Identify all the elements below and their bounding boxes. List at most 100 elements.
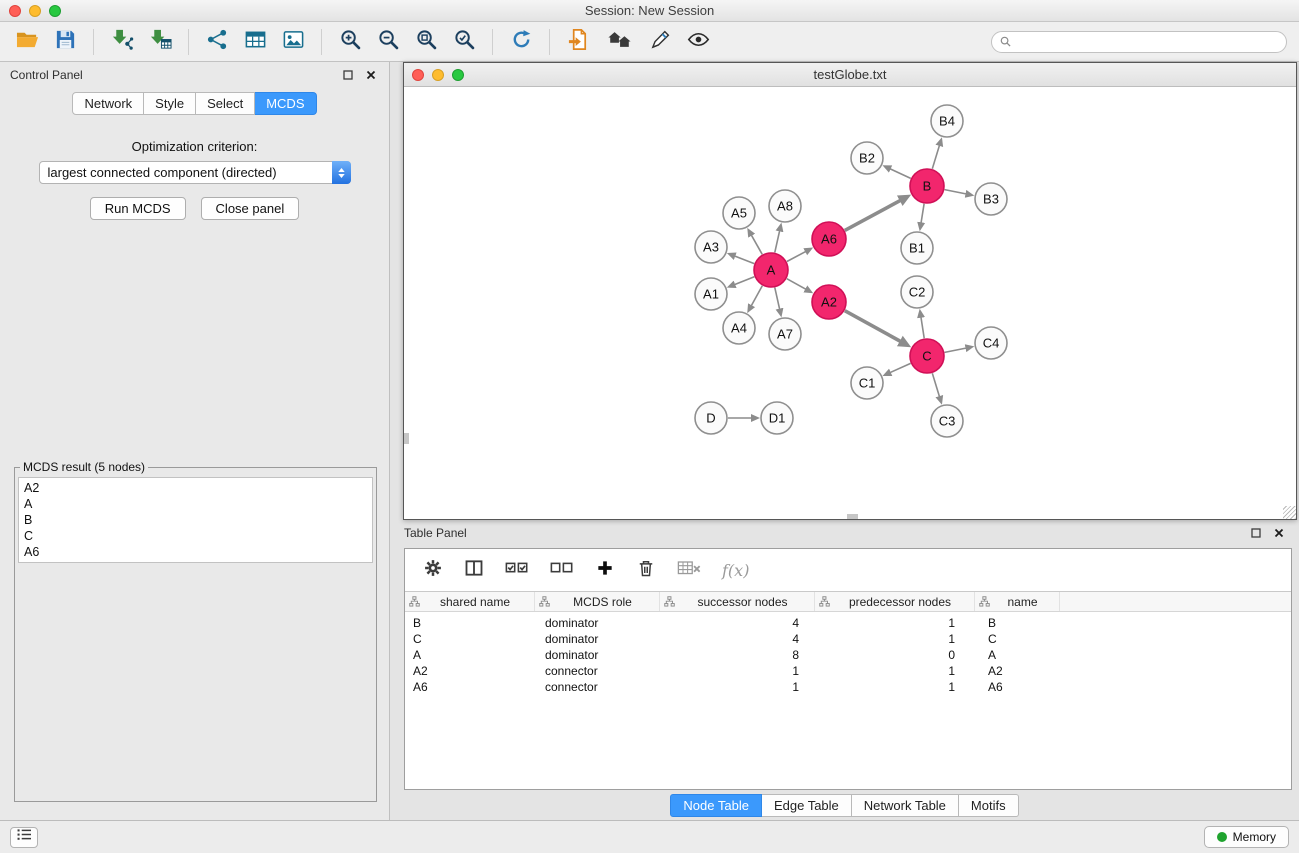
zoom-traffic-light[interactable]	[49, 5, 61, 17]
graph-node-C3[interactable]: C3	[931, 405, 963, 437]
column-header-MCDS-role[interactable]: MCDS role	[535, 592, 660, 611]
graph-edge-C-C3[interactable]	[932, 373, 939, 397]
tab-edge-table[interactable]: Edge Table	[762, 794, 852, 817]
graph-edge-C-C4[interactable]	[945, 348, 967, 352]
show-columns-button[interactable]	[464, 558, 484, 583]
table-row[interactable]: A2connector11A2	[405, 663, 1291, 679]
graph-edge-C-C2[interactable]	[921, 317, 924, 339]
control-panel-float-button[interactable]	[340, 67, 356, 83]
eye-button[interactable]	[679, 26, 717, 58]
graph-edge-C-C1[interactable]	[890, 363, 911, 372]
search-input[interactable]	[1016, 35, 1278, 49]
graph-edge-A-A7[interactable]	[775, 288, 780, 310]
graph-node-A[interactable]: A	[754, 253, 788, 287]
zoom-selected-button[interactable]	[445, 26, 483, 58]
select-all-button[interactable]	[505, 558, 529, 583]
graph-node-B[interactable]: B	[910, 169, 944, 203]
table-panel-close-button[interactable]	[1271, 525, 1287, 541]
tab-select[interactable]: Select	[196, 92, 255, 115]
save-session-button[interactable]	[46, 26, 84, 58]
table-panel-float-button[interactable]	[1248, 525, 1264, 541]
table-row[interactable]: A6connector11A6	[405, 679, 1291, 695]
graph-edge-B-B4[interactable]	[932, 145, 939, 169]
graph-edge-A-A6[interactable]	[787, 251, 806, 261]
graph-node-B1[interactable]: B1	[901, 232, 933, 264]
graph-node-B4[interactable]: B4	[931, 105, 963, 137]
column-header-shared-name[interactable]: shared name	[405, 592, 535, 611]
network-minimize-traffic-light[interactable]	[432, 69, 444, 81]
import-table-button[interactable]	[141, 26, 179, 58]
tab-style[interactable]: Style	[144, 92, 196, 115]
graph-node-A8[interactable]: A8	[769, 190, 801, 222]
deselect-all-button[interactable]	[550, 558, 574, 583]
import-network-button[interactable]	[103, 26, 141, 58]
graph-node-C4[interactable]: C4	[975, 327, 1007, 359]
graph-edge-B-B1[interactable]	[921, 204, 924, 224]
graph-edge-A6-B[interactable]	[845, 200, 901, 230]
optimization-criterion-select[interactable]: largest connected component (directed)	[39, 161, 351, 184]
network-canvas[interactable]: A5A8A3A1A4A7AA6A2BB2B4B3B1CC2C4C1C3DD1	[404, 87, 1296, 519]
column-header-predecessor-nodes[interactable]: predecessor nodes	[815, 592, 975, 611]
open-session-button[interactable]	[8, 26, 46, 58]
close-traffic-light[interactable]	[9, 5, 21, 17]
mcds-result-item[interactable]: A2	[24, 480, 367, 496]
canvas-left-scroll-nub[interactable]	[404, 433, 409, 444]
delete-table-button[interactable]	[677, 558, 701, 583]
graph-edge-A-A1[interactable]	[734, 277, 754, 285]
mcds-result-item[interactable]: A	[24, 496, 367, 512]
column-header-successor-nodes[interactable]: successor nodes	[660, 592, 815, 611]
network-zoom-traffic-light[interactable]	[452, 69, 464, 81]
window-resize-handle[interactable]	[1283, 506, 1296, 519]
graph-edge-B-B3[interactable]	[945, 190, 967, 194]
table-row[interactable]: Bdominator41B	[405, 615, 1291, 631]
tab-node-table[interactable]: Node Table	[670, 794, 762, 817]
add-column-button[interactable]	[595, 558, 615, 583]
tab-mcds[interactable]: MCDS	[255, 92, 316, 115]
table-row[interactable]: Cdominator41C	[405, 631, 1291, 647]
graph-edge-B-B2[interactable]	[890, 169, 911, 179]
memory-button[interactable]: Memory	[1204, 826, 1289, 848]
table-settings-button[interactable]	[423, 558, 443, 583]
pen-button[interactable]	[641, 26, 679, 58]
mcds-result-item[interactable]: A6	[24, 544, 367, 560]
mcds-result-item[interactable]: B	[24, 512, 367, 528]
graph-edge-A-A2[interactable]	[787, 279, 806, 290]
graph-node-C[interactable]: C	[910, 339, 944, 373]
control-panel-close-button[interactable]	[363, 67, 379, 83]
graph-node-A3[interactable]: A3	[695, 231, 727, 263]
graph-edge-A-A5[interactable]	[751, 235, 762, 255]
column-header-name[interactable]: name	[975, 592, 1060, 611]
graph-edge-A-A4[interactable]	[751, 286, 762, 306]
export-image-button[interactable]	[274, 26, 312, 58]
graph-node-A6[interactable]: A6	[812, 222, 846, 256]
graph-node-C1[interactable]: C1	[851, 367, 883, 399]
graph-node-D[interactable]: D	[695, 402, 727, 434]
graph-node-A4[interactable]: A4	[723, 312, 755, 344]
graph-edge-A-A3[interactable]	[734, 256, 754, 264]
graph-node-A1[interactable]: A1	[695, 278, 727, 310]
zoom-out-button[interactable]	[369, 26, 407, 58]
graph-node-D1[interactable]: D1	[761, 402, 793, 434]
graph-node-A7[interactable]: A7	[769, 318, 801, 350]
panel-list-button[interactable]	[10, 827, 38, 848]
open-file-button[interactable]	[559, 26, 597, 58]
graph-edge-A2-C[interactable]	[845, 311, 901, 342]
graph-node-A5[interactable]: A5	[723, 197, 755, 229]
graph-node-C2[interactable]: C2	[901, 276, 933, 308]
canvas-bottom-scroll-nub[interactable]	[847, 514, 858, 519]
new-table-button[interactable]	[236, 26, 274, 58]
graph-edge-A-A8[interactable]	[775, 230, 780, 252]
graph-node-B2[interactable]: B2	[851, 142, 883, 174]
refresh-button[interactable]	[502, 26, 540, 58]
zoom-in-button[interactable]	[331, 26, 369, 58]
run-mcds-button[interactable]: Run MCDS	[90, 197, 186, 220]
mcds-result-item[interactable]: C	[24, 528, 367, 544]
home-button[interactable]	[597, 26, 641, 58]
tab-network[interactable]: Network	[72, 92, 144, 115]
close-panel-button[interactable]: Close panel	[201, 197, 300, 220]
new-network-button[interactable]	[198, 26, 236, 58]
zoom-fit-button[interactable]	[407, 26, 445, 58]
network-close-traffic-light[interactable]	[412, 69, 424, 81]
delete-column-button[interactable]	[636, 558, 656, 583]
tab-network-table[interactable]: Network Table	[852, 794, 959, 817]
